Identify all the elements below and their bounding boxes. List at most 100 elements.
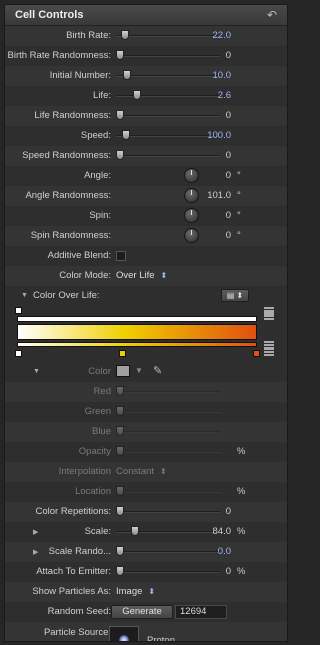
value-field[interactable]: 0 bbox=[226, 170, 231, 181]
slider-track[interactable] bbox=[116, 90, 220, 100]
channel-row-red: Red bbox=[5, 382, 287, 402]
color-mode-popup[interactable]: Over Life ⬍ bbox=[116, 270, 167, 281]
angle-dial[interactable] bbox=[184, 188, 199, 203]
color-gradient-bar[interactable] bbox=[17, 324, 257, 340]
color-stop[interactable] bbox=[119, 350, 126, 357]
slider-track[interactable] bbox=[116, 150, 220, 160]
row-label: Spin: bbox=[89, 210, 111, 221]
slider-track[interactable] bbox=[116, 486, 220, 496]
additive-blend-checkbox[interactable] bbox=[116, 251, 126, 261]
undo-arrow-icon[interactable]: ↶ bbox=[267, 8, 277, 22]
color-over-life-row: ▼ Color Over Life: ▤ ⬍ bbox=[5, 286, 287, 306]
row-label: Spin Randomness: bbox=[30, 230, 111, 241]
slider-thumb[interactable] bbox=[120, 30, 129, 40]
slider-track[interactable] bbox=[116, 546, 220, 556]
generate-button[interactable]: Generate bbox=[111, 605, 173, 619]
value-field[interactable]: 101.0 bbox=[207, 190, 231, 201]
unit-label: % bbox=[237, 526, 246, 537]
panel-title: Cell Controls bbox=[15, 9, 84, 21]
param-row-scale-rando: ▶ Scale Rando... 0.0 bbox=[5, 542, 287, 562]
slider-track[interactable] bbox=[116, 30, 220, 40]
value-field[interactable]: 84.0 bbox=[213, 526, 232, 537]
gradient-menu-icon[interactable] bbox=[264, 312, 274, 321]
gradient-editor bbox=[5, 306, 287, 362]
color-swatch[interactable] bbox=[116, 365, 130, 377]
angle-dial[interactable] bbox=[184, 208, 199, 223]
particle-source-well[interactable] bbox=[109, 626, 139, 641]
color-stop[interactable] bbox=[15, 350, 22, 357]
unit-label: ° bbox=[237, 190, 241, 201]
disclosure-triangle-icon[interactable]: ▶ bbox=[33, 548, 38, 556]
param-row-color-repetitions: Color Repetitions: 0 bbox=[5, 502, 287, 522]
row-label: Scale: bbox=[84, 526, 111, 537]
value-field[interactable]: 100.0 bbox=[207, 130, 231, 141]
slider-thumb[interactable] bbox=[131, 526, 140, 536]
slider-thumb[interactable] bbox=[116, 566, 124, 576]
value-field[interactable]: 0.0 bbox=[218, 546, 231, 557]
slider-track[interactable] bbox=[116, 386, 220, 396]
slider-track[interactable] bbox=[116, 70, 220, 80]
color-stop[interactable] bbox=[253, 350, 260, 357]
row-label: Color Mode: bbox=[59, 270, 111, 281]
random-seed-field[interactable]: 12694 bbox=[175, 605, 227, 619]
slider-thumb[interactable] bbox=[122, 70, 131, 80]
slider-track[interactable] bbox=[116, 526, 220, 536]
slider-thumb[interactable] bbox=[116, 486, 124, 496]
row-label: Scale Rando... bbox=[48, 546, 111, 557]
slider-thumb[interactable] bbox=[116, 546, 124, 556]
value-field[interactable]: 0 bbox=[226, 566, 231, 577]
slider-thumb[interactable] bbox=[116, 110, 124, 120]
slider-thumb[interactable] bbox=[116, 406, 124, 416]
slider-thumb[interactable] bbox=[116, 50, 124, 60]
opacity-stop[interactable] bbox=[15, 307, 22, 314]
cell-controls-panel: Cell Controls ↶ Birth Rate: 22.0 Birth Rat… bbox=[4, 4, 288, 642]
row-label: Location bbox=[75, 486, 111, 497]
param-row-birth-rate: Birth Rate: 22.0 bbox=[5, 26, 287, 46]
value-field[interactable]: 0 bbox=[226, 110, 231, 121]
interpolation-popup[interactable]: Constant ⬍ bbox=[116, 466, 167, 477]
value-field[interactable]: 2.6 bbox=[218, 90, 231, 101]
angle-dial[interactable] bbox=[184, 168, 199, 183]
eyedropper-icon[interactable]: ✎ bbox=[153, 364, 162, 377]
chevron-down-icon[interactable]: ▼ bbox=[135, 366, 143, 375]
slider-thumb[interactable] bbox=[116, 150, 124, 160]
param-row-life: Life: 2.6 bbox=[5, 86, 287, 106]
slider-track[interactable] bbox=[116, 566, 220, 576]
color-row: ▼ Color ▼ ✎ bbox=[5, 362, 287, 382]
row-label: Blue bbox=[91, 426, 111, 437]
disclosure-triangle-icon[interactable]: ▶ bbox=[33, 528, 38, 536]
slider-thumb[interactable] bbox=[121, 130, 130, 140]
opacity-bar[interactable] bbox=[17, 316, 257, 322]
slider-thumb[interactable] bbox=[116, 446, 124, 456]
slider-thumb[interactable] bbox=[133, 90, 142, 100]
slider-track[interactable] bbox=[116, 50, 220, 60]
param-row-scale: ▶ Scale: 84.0% bbox=[5, 522, 287, 542]
slider-track[interactable] bbox=[116, 110, 220, 120]
row-label: Speed Randomness: bbox=[22, 150, 111, 161]
value-field[interactable]: 10.0 bbox=[213, 70, 232, 81]
slider-thumb[interactable] bbox=[116, 426, 124, 436]
value-field[interactable]: 0 bbox=[226, 210, 231, 221]
particle-source-row: Particle Source: Proton bbox=[5, 622, 287, 641]
gradient-preset-icon[interactable]: ▤ ⬍ bbox=[221, 289, 249, 302]
slider-track[interactable] bbox=[116, 426, 220, 436]
show-particles-popup[interactable]: Image ⬍ bbox=[116, 586, 155, 597]
angle-dial[interactable] bbox=[184, 228, 199, 243]
slider-track[interactable] bbox=[116, 130, 220, 140]
disclosure-triangle-icon[interactable]: ▼ bbox=[21, 292, 28, 299]
slider-track[interactable] bbox=[116, 406, 220, 416]
row-label: Angle Randomness: bbox=[25, 190, 111, 201]
slider-thumb[interactable] bbox=[116, 386, 124, 396]
gradient-menu-icon[interactable] bbox=[264, 348, 274, 357]
disclosure-triangle-icon[interactable]: ▼ bbox=[33, 368, 40, 375]
value-field[interactable]: 0 bbox=[226, 506, 231, 517]
slider-thumb[interactable] bbox=[116, 506, 124, 516]
slider-track[interactable] bbox=[116, 506, 220, 516]
row-label: Green bbox=[84, 406, 111, 417]
value-field[interactable]: 0 bbox=[226, 230, 231, 241]
param-row-attach-to-emitter: Attach To Emitter: 0% bbox=[5, 562, 287, 582]
value-field[interactable]: 22.0 bbox=[213, 30, 232, 41]
slider-track[interactable] bbox=[116, 446, 220, 456]
value-field[interactable]: 0 bbox=[226, 150, 231, 161]
value-field[interactable]: 0 bbox=[226, 50, 231, 61]
